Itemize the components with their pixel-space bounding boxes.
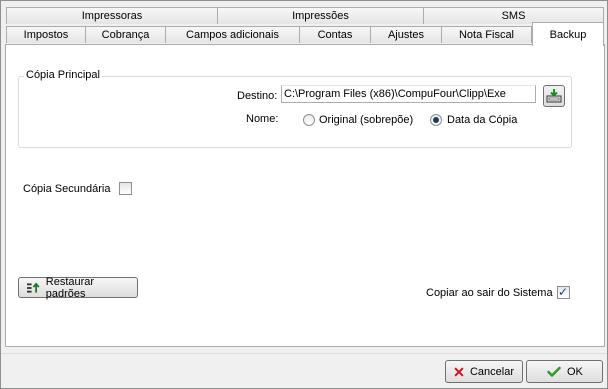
footer-separator <box>1 353 607 354</box>
close-icon <box>454 367 464 376</box>
tab-label: Nota Fiscal <box>458 29 515 41</box>
restore-defaults-label: Restaurar padrões <box>45 275 95 300</box>
tab-row-bottom: Impostos Cobrança Campos adicionais Cont… <box>6 26 532 43</box>
tab-nota-fiscal[interactable]: Nota Fiscal <box>441 26 532 43</box>
check-icon <box>547 366 561 377</box>
settings-window: Impressoras Impressões SMS Impostos Cobr… <box>0 0 608 389</box>
tab-label: Impressões <box>292 10 349 22</box>
restore-list-icon <box>27 281 40 293</box>
radio-data-da-copia-label: Data da Cópia <box>447 114 518 126</box>
tab-label: Impostos <box>23 29 69 41</box>
tab-label: Campos adicionais <box>186 29 279 41</box>
destination-path-field[interactable]: C:\Program Files (x86)\CompuFour\Clipp\E… <box>281 85 536 103</box>
tab-label: Backup <box>549 28 587 41</box>
tab-impressoes[interactable]: Impressões <box>217 7 424 24</box>
tab-impostos[interactable]: Impostos <box>6 26 86 43</box>
tab-ajustes[interactable]: Ajustes <box>370 26 442 43</box>
destination-label: Destino: <box>237 90 278 102</box>
copy-on-exit-label: Copiar ao sair do Sistema <box>426 287 553 299</box>
copy-on-exit-checkbox[interactable]: ✓ <box>557 285 570 299</box>
secondary-copy-label: Cópia Secundária <box>23 183 111 195</box>
folder-download-icon <box>546 89 562 103</box>
checkmark-icon: ✓ <box>558 285 569 299</box>
tab-label: Contas <box>317 29 353 41</box>
secondary-copy-checkbox[interactable] <box>119 182 132 195</box>
cancel-label: Cancelar <box>469 365 514 378</box>
tab-contas[interactable]: Contas <box>299 26 371 43</box>
tab-backup[interactable]: Backup <box>532 22 604 46</box>
backup-tab-page: Cópia Principal Destino: C:\Program File… <box>5 44 605 347</box>
tab-label: Ajustes <box>387 29 425 41</box>
radio-original-label: Original (sobrepõe) <box>319 114 414 126</box>
primary-copy-legend: Cópia Principal <box>24 69 102 81</box>
name-label: Nome: <box>246 113 279 125</box>
browse-folder-button[interactable] <box>543 85 565 107</box>
restore-defaults-button[interactable]: Restaurar padrões <box>18 275 138 300</box>
tab-label: Impressoras <box>81 10 143 22</box>
ok-button[interactable]: OK <box>526 360 603 383</box>
radio-data-da-copia[interactable] <box>430 114 442 126</box>
cancel-button[interactable]: Cancelar <box>445 360 523 383</box>
tab-impressoras[interactable]: Impressoras <box>6 7 218 24</box>
tab-label: Cobrança <box>101 29 150 41</box>
tab-campos-adicionais[interactable]: Campos adicionais <box>165 26 300 43</box>
tab-row-top: Impressoras Impressões SMS <box>6 7 604 24</box>
tab-label: SMS <box>501 10 526 22</box>
tab-cobranca[interactable]: Cobrança <box>85 26 166 43</box>
radio-original[interactable] <box>303 114 315 126</box>
ok-label: OK <box>567 365 583 378</box>
